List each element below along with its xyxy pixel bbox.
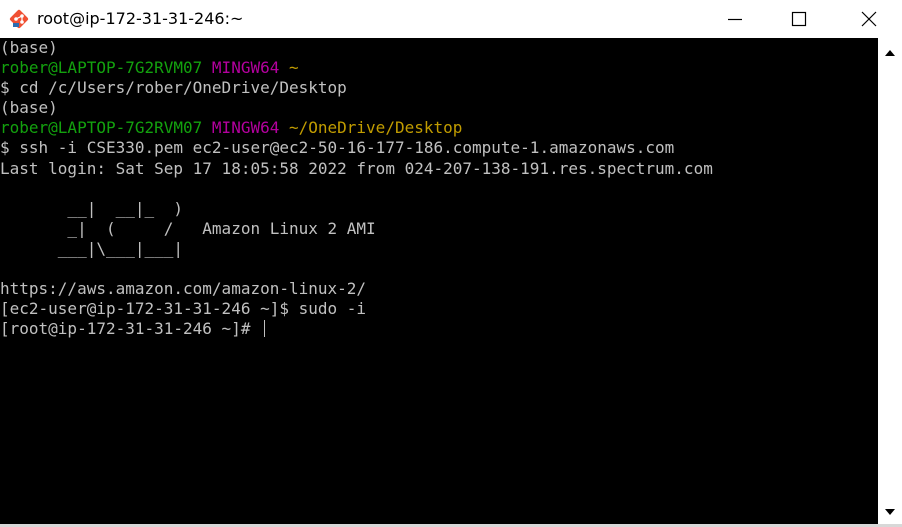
terminal-text-segment: (base)	[0, 38, 58, 57]
terminal-text-segment: ~	[288, 58, 299, 78]
terminal-line: (base)	[0, 98, 878, 118]
terminal-text-segment: rober@LAPTOP-7G2RVM07	[0, 118, 212, 138]
title-bar[interactable]: root@ip-172-31-31-246:~	[0, 0, 902, 38]
terminal-line: rober@LAPTOP-7G2RVM07 MINGW64 ~/OneDrive…	[0, 118, 878, 138]
terminal-text-segment: $ ssh -i CSE330.pem ec2-user@ec2-50-16-1…	[0, 138, 675, 158]
terminal-line: _| ( / Amazon Linux 2 AMI	[0, 219, 878, 239]
git-bash-icon	[9, 9, 29, 29]
terminal-line: https://aws.amazon.com/amazon-linux-2/	[0, 279, 878, 299]
terminal-text-segment: Last login: Sat Sep 17 18:05:58 2022 fro…	[0, 158, 713, 178]
terminal-text-segment: __| __|_ )	[0, 198, 184, 218]
close-button[interactable]	[839, 0, 899, 38]
vertical-scrollbar[interactable]	[878, 38, 902, 524]
arrow-up-icon[interactable]	[885, 50, 895, 56]
close-icon	[861, 11, 877, 27]
maximize-icon	[791, 11, 807, 27]
terminal-window: root@ip-172-31-31-246:~ (base) rober@LAPT…	[0, 0, 902, 527]
terminal-line: rober@LAPTOP-7G2RVM07 MINGW64 ~	[0, 58, 878, 78]
terminal-line: $ cd /c/Users/rober/OneDrive/Desktop	[0, 78, 878, 98]
text-cursor	[264, 320, 266, 338]
minimize-button[interactable]	[705, 0, 765, 38]
terminal-line: (base)	[0, 38, 878, 58]
terminal-line: $ ssh -i CSE330.pem ec2-user@ec2-50-16-1…	[0, 138, 878, 158]
terminal-text-segment: MINGW64	[211, 58, 289, 78]
terminal-line: [ec2-user@ip-172-31-31-246 ~]$ sudo -i	[0, 299, 878, 319]
terminal-text-segment: [root@ip-172-31-31-246 ~]#	[0, 319, 261, 339]
terminal-text-segment: _| ( / Amazon Linux 2 AMI	[0, 218, 376, 238]
terminal-line: ___|\___|___|	[0, 239, 878, 259]
terminal-line: __| __|_ )	[0, 199, 878, 219]
window-title: root@ip-172-31-31-246:~	[37, 9, 244, 28]
terminal-text-segment: (base)	[0, 98, 58, 118]
terminal-text-segment: [ec2-user@ip-172-31-31-246 ~]$ sudo -i	[0, 299, 367, 319]
arrow-down-icon[interactable]	[885, 509, 895, 515]
terminal-text-segment: ___|\___|___|	[0, 238, 184, 258]
terminal-output[interactable]: (base) rober@LAPTOP-7G2RVM07 MINGW64 ~ $ c…	[0, 38, 878, 524]
terminal-text-segment: rober@LAPTOP-7G2RVM07	[0, 58, 212, 78]
maximize-button[interactable]	[769, 0, 829, 38]
terminal-text-segment: https://aws.amazon.com/amazon-linux-2/	[0, 279, 367, 299]
terminal-text-segment: ~/OneDrive/Desktop	[288, 118, 463, 138]
minimize-icon	[728, 18, 742, 21]
terminal-line: [root@ip-172-31-31-246 ~]#	[0, 319, 878, 339]
terminal-text-segment: $ cd /c/Users/rober/OneDrive/Desktop	[0, 78, 347, 98]
terminal-line: Last login: Sat Sep 17 18:05:58 2022 fro…	[0, 159, 878, 179]
terminal-text-segment: MINGW64	[211, 118, 289, 138]
